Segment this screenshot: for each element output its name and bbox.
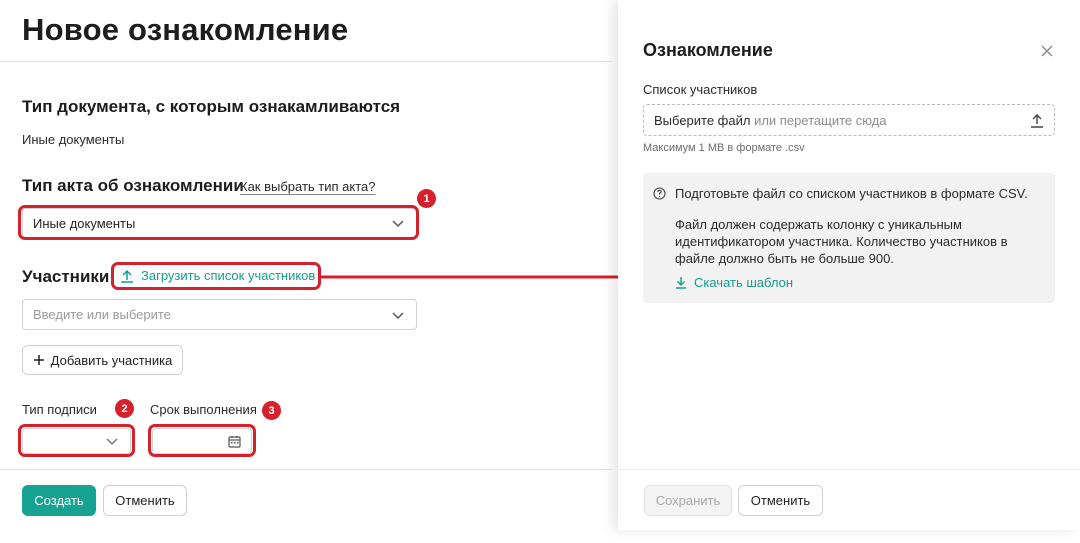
annotation-badge-1: 1	[417, 189, 436, 208]
signature-type-select[interactable]	[22, 428, 131, 454]
chevron-down-icon	[392, 220, 404, 228]
panel-title: Ознакомление	[643, 40, 773, 60]
annotation-badge-2: 2	[115, 399, 134, 418]
signature-type-label: Тип подписи	[22, 402, 97, 417]
question-circle-icon	[653, 187, 666, 200]
drag-here-text: или перетащите сюда	[750, 112, 887, 128]
deadline-label: Срок выполнения	[150, 402, 257, 417]
upload-list-link[interactable]: Загрузить список участников	[120, 268, 315, 283]
info-line-2: Файл должен содержать колонку с уникальн…	[675, 217, 1008, 266]
annotation-badge-3: 3	[262, 401, 281, 420]
participants-list-label: Список участников	[643, 82, 758, 97]
title-divider	[0, 61, 612, 62]
chevron-down-icon	[106, 438, 118, 446]
file-dropzone[interactable]: Выберите файл или перетащите сюда	[643, 104, 1055, 136]
create-button[interactable]: Создать	[22, 485, 96, 516]
info-line-1: Подготовьте файл со списком участников в…	[675, 186, 1028, 201]
calendar-icon	[228, 435, 241, 448]
act-type-select[interactable]: Иные документы	[22, 208, 417, 238]
cancel-button[interactable]: Отменить	[103, 485, 187, 516]
file-size-hint: Максимум 1 MB в формате .csv	[643, 142, 805, 154]
act-type-heading: Тип акта об ознакомлении	[22, 176, 244, 195]
close-icon[interactable]	[1040, 44, 1054, 58]
footer-divider	[0, 469, 612, 470]
info-box: Подготовьте файл со списком участников в…	[643, 173, 1055, 303]
save-button[interactable]: Сохранить	[644, 485, 732, 516]
participants-heading: Участники	[22, 267, 110, 286]
upload-list-label: Загрузить список участников	[141, 268, 316, 283]
add-participant-button[interactable]: Добавить участника	[22, 345, 183, 375]
upload-icon	[1031, 113, 1043, 128]
arrow-right-icon	[321, 266, 638, 288]
panel-footer-divider	[618, 469, 1080, 470]
participants-placeholder: Введите или выберите	[33, 307, 171, 322]
doc-type-heading: Тип документа, с которым ознакамливаются	[22, 97, 401, 116]
act-type-help-link[interactable]: Как выбрать тип акта?	[240, 179, 376, 194]
choose-file-text: Выберите файл	[654, 112, 751, 128]
download-template-link[interactable]: Скачать шаблон	[675, 275, 793, 290]
doc-type-value: Иные документы	[22, 132, 125, 147]
download-template-label: Скачать шаблон	[694, 275, 794, 290]
dropzone-text: Выберите файл или перетащите сюда	[654, 113, 887, 128]
participants-side-panel: Ознакомление Список участников Выберите …	[618, 0, 1080, 530]
act-type-select-value: Иные документы	[33, 215, 136, 231]
chevron-down-icon	[392, 311, 404, 319]
upload-icon	[121, 269, 133, 283]
page-title: Новое ознакомление	[22, 12, 349, 47]
deadline-date-input[interactable]	[152, 428, 252, 454]
plus-icon	[33, 355, 44, 365]
panel-cancel-button[interactable]: Отменить	[738, 485, 823, 516]
add-participant-label: Добавить участника	[50, 352, 173, 368]
participants-select[interactable]: Введите или выберите	[22, 299, 417, 330]
download-icon	[676, 277, 686, 289]
